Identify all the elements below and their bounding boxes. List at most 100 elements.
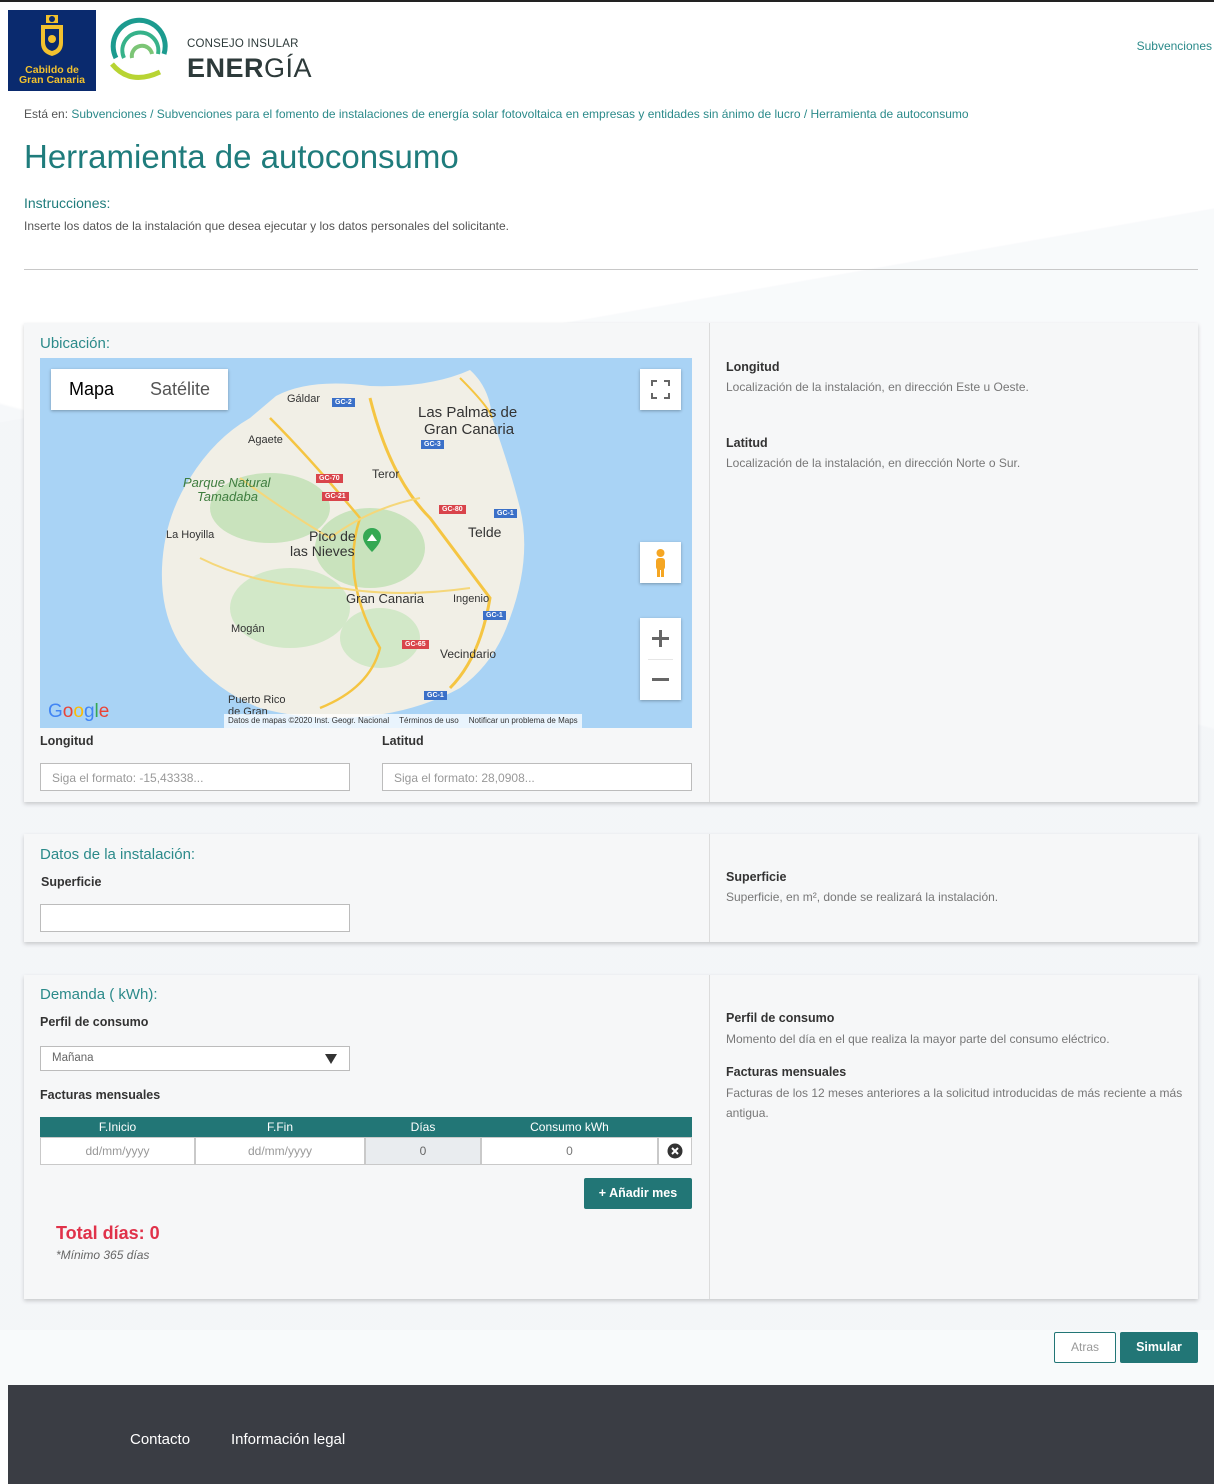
col-actions [658, 1117, 692, 1137]
footer-contact-link[interactable]: Contacto [130, 1431, 190, 1448]
breadcrumb-prefix: Está en: [24, 107, 69, 121]
map-footer: Datos de mapas ©2020 Inst. Geogr. Nacion… [224, 714, 582, 728]
map-place: las Nieves [290, 543, 355, 559]
map-place: Gran Canaria [346, 591, 425, 606]
google-logo[interactable]: Google [48, 701, 109, 723]
map-place: Gáldar [287, 393, 321, 405]
col-start: F.Inicio [98, 1120, 137, 1134]
longitude-label: Longitud [40, 734, 94, 748]
site-footer: Contacto Información legal [8, 1385, 1214, 1484]
add-month-button[interactable]: + Añadir mes [584, 1178, 692, 1209]
instructions-title: Instrucciones: [24, 195, 111, 211]
map-place: Pico de [309, 528, 356, 544]
card-divider [709, 975, 710, 1299]
energia-logo[interactable]: CONSEJO INSULAR ENERGÍA [108, 14, 312, 86]
map-place: Ingenio [453, 593, 490, 605]
road-badge: GC-21 [322, 492, 349, 501]
help-longitude-text: Localización de la instalación, en direc… [726, 380, 1029, 394]
nav-subvenciones[interactable]: Subvenciones [1137, 39, 1212, 53]
map-type-map[interactable]: Mapa [51, 369, 132, 410]
road-badge: GC-70 [316, 474, 343, 483]
profile-select-value: Mañana [52, 1052, 94, 1064]
fullscreen-icon [651, 380, 670, 399]
map-place: La Hoyilla [166, 529, 215, 541]
demand-title: Demanda ( kWh): [40, 986, 158, 1003]
map-place: Telde [468, 524, 502, 540]
surface-input[interactable] [40, 904, 350, 932]
cabildo-logo-text: Cabildo de Gran Canaria [8, 65, 96, 86]
simulate-button[interactable]: Simular [1120, 1332, 1198, 1363]
help-longitude-title: Longitud [726, 360, 780, 374]
map-data-credit: Datos de mapas ©2020 Inst. Geogr. Nacion… [228, 716, 390, 725]
road-badge: GC-2 [332, 398, 355, 407]
energia-logo-line1: CONSEJO INSULAR [187, 38, 299, 50]
road-badge: GC-1 [494, 509, 517, 518]
road-badge: GC-1 [483, 611, 506, 620]
map-place: Parque Natural [183, 475, 271, 490]
zoom-in-icon[interactable] [640, 618, 681, 659]
map-place: Gran Canaria [424, 421, 515, 438]
energia-logo-line2: ENERGÍA [187, 53, 312, 84]
location-title: Ubicación: [40, 335, 111, 352]
demand-card: Demanda ( kWh): Perfil de consumo Mañana… [24, 975, 1198, 1299]
invoices-table-header: F.Inicio F.Fin Días Consumo kWh [40, 1117, 692, 1137]
consumption-input[interactable]: 0 [481, 1137, 658, 1165]
cabildo-logo[interactable]: Cabildo de Gran Canaria [8, 10, 96, 91]
breadcrumb-path[interactable]: Subvenciones / Subvenciones para el fome… [71, 107, 968, 121]
help-surface-text: Superficie, en m², donde se realizará la… [726, 890, 999, 904]
location-card: Ubicación: Mapa Satélite Gáldar Las Palm… [24, 323, 1198, 802]
card-divider [709, 323, 710, 802]
end-date-input[interactable]: dd/mm/yyyy [195, 1137, 365, 1165]
longitude-input[interactable]: Siga el formato: -15,43338... [40, 763, 350, 791]
invoices-table: F.Inicio F.Fin Días Consumo kWh dd/mm/yy… [40, 1117, 692, 1165]
park-pin-icon [363, 528, 381, 552]
back-button[interactable]: Atras [1054, 1332, 1116, 1363]
profile-select[interactable]: Mañana [40, 1046, 350, 1071]
card-divider [709, 834, 710, 942]
days-value: 0 [365, 1137, 481, 1165]
road-badge: GC-3 [421, 440, 444, 449]
energia-swirl-icon [110, 17, 168, 80]
installation-card: Datos de la instalación: Superficie Supe… [24, 834, 1198, 942]
close-circle-icon [667, 1143, 683, 1159]
energia-bold: ENER [187, 53, 265, 83]
col-end: F.Fin [266, 1120, 293, 1134]
fullscreen-button[interactable] [640, 369, 681, 410]
road-badge: GC-1 [424, 691, 447, 700]
map[interactable]: Mapa Satélite Gáldar Las Palmas de Gran … [40, 358, 692, 728]
col-consumption: Consumo kWh [530, 1120, 609, 1134]
help-surface-title: Superficie [726, 870, 787, 884]
footer-legal-link[interactable]: Información legal [231, 1431, 345, 1448]
zoom-out-icon[interactable] [640, 659, 681, 700]
road-badge: GC-80 [439, 505, 466, 514]
invoices-label: Facturas mensuales [40, 1088, 161, 1102]
latitude-input[interactable]: Siga el formato: 28,0908... [382, 763, 692, 791]
site-header: Cabildo de Gran Canaria CONSEJO INSULAR … [0, 2, 1214, 94]
help-profile-title: Perfil de consumo [726, 1011, 835, 1025]
cabildo-line-2: Gran Canaria [19, 74, 85, 86]
map-terms-link[interactable]: Términos de uso [399, 716, 459, 726]
col-days: Días [410, 1120, 436, 1134]
street-view-button[interactable] [640, 542, 681, 583]
profile-label: Perfil de consumo [40, 1015, 149, 1029]
breadcrumb: Está en: Subvenciones / Subvenciones par… [24, 107, 969, 121]
table-row: dd/mm/yyyy dd/mm/yyyy 0 0 [40, 1137, 692, 1165]
minimum-days-note: *Mínimo 365 días [56, 1248, 150, 1262]
help-latitude-text: Localización de la instalación, en direc… [726, 456, 1021, 470]
latitude-label: Latitud [382, 734, 424, 748]
zoom-control [640, 618, 681, 700]
map-place: Vecindario [440, 647, 497, 661]
road-badge: GC-65 [402, 640, 429, 649]
map-place: Las Palmas de [418, 404, 518, 421]
pegman-icon [656, 549, 665, 577]
surface-label: Superficie [41, 875, 102, 889]
delete-row-button[interactable] [658, 1137, 692, 1165]
map-type-satellite[interactable]: Satélite [132, 369, 228, 410]
map-report-link[interactable]: Notificar un problema de Maps [469, 716, 578, 726]
total-days: Total días: 0 [56, 1223, 160, 1243]
map-place: Tamadaba [197, 489, 258, 504]
help-latitude-title: Latitud [726, 436, 768, 450]
start-date-input[interactable]: dd/mm/yyyy [40, 1137, 195, 1165]
help-invoices-text: Facturas de los 12 meses anteriores a la… [726, 1086, 1183, 1120]
chevron-down-icon [325, 1054, 337, 1064]
